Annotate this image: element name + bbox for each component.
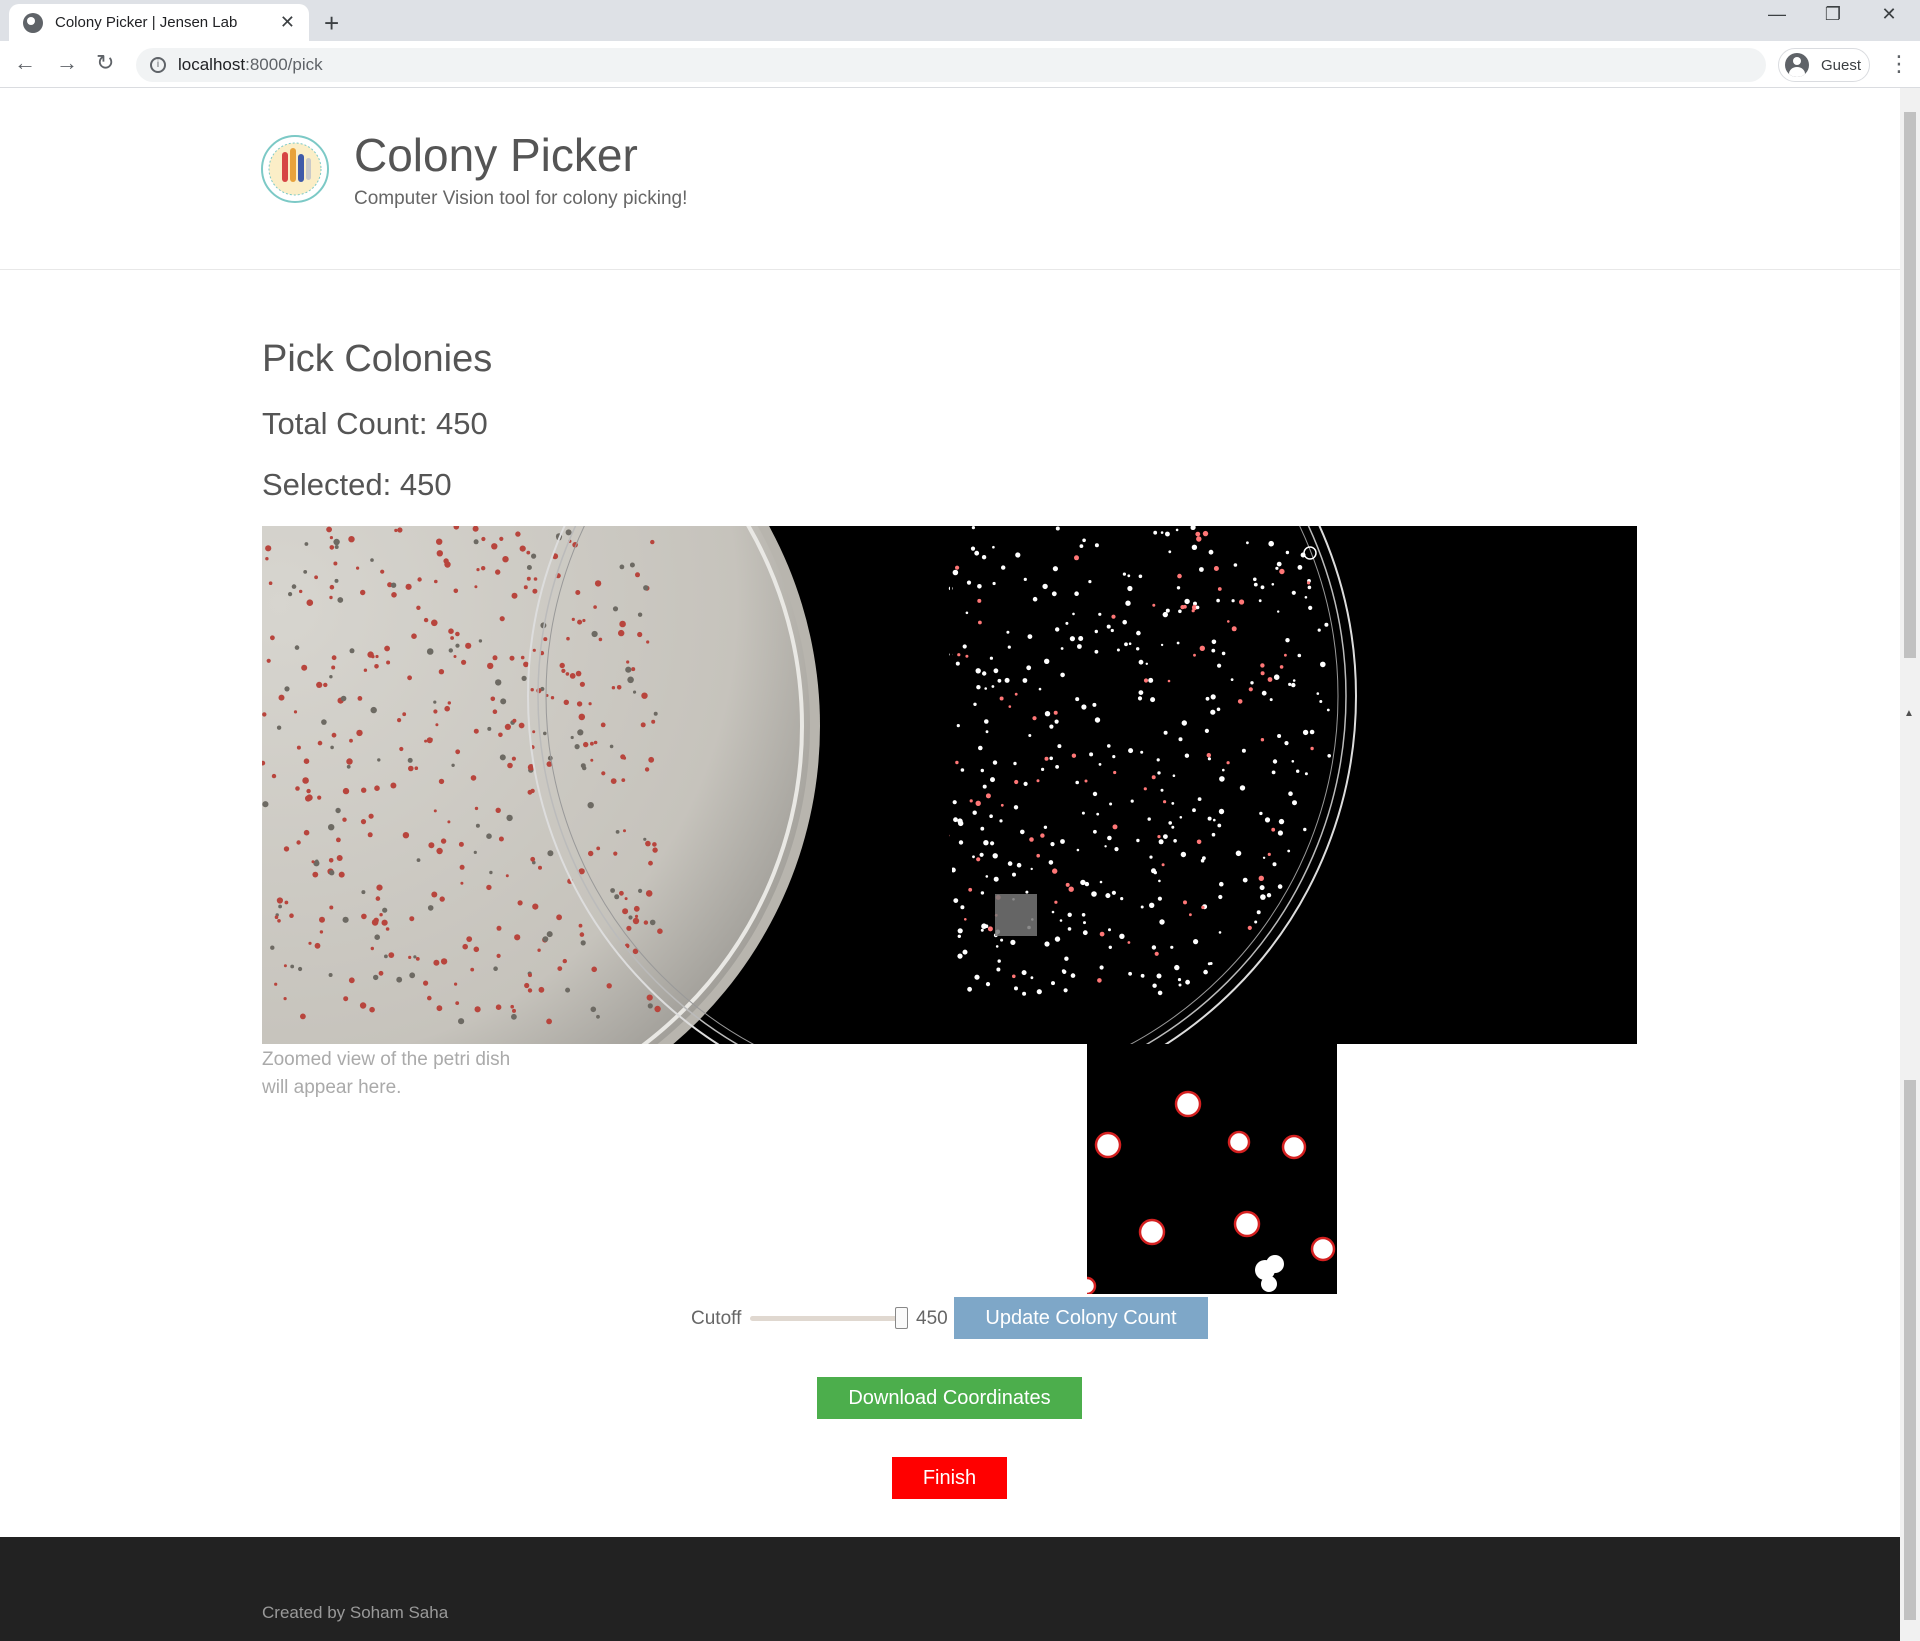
browser-toolbar: ← → ↻ i localhost:8000/pick Guest ⋮ xyxy=(0,41,1920,88)
zoomed-colonies xyxy=(1087,1044,1337,1294)
site-header: Colony Picker Computer Vision tool for c… xyxy=(0,88,1900,270)
slider-track xyxy=(750,1316,902,1321)
detection-view xyxy=(950,526,1637,1044)
site-title: Colony Picker xyxy=(354,129,638,181)
zoom-panel xyxy=(1087,1044,1337,1294)
update-colony-count-button[interactable]: Update Colony Count xyxy=(954,1297,1208,1339)
site-footer: Created by Soham Saha xyxy=(0,1537,1900,1641)
page-title: Pick Colonies xyxy=(262,338,493,380)
slider-handle[interactable] xyxy=(895,1307,908,1329)
zoom-placeholder: Zoomed view of the petri dish will appea… xyxy=(262,1049,511,1098)
finish-button[interactable]: Finish xyxy=(892,1457,1007,1499)
download-coordinates-button[interactable]: Download Coordinates xyxy=(817,1377,1082,1419)
back-icon[interactable]: ← xyxy=(14,50,36,76)
reload-icon[interactable]: ↻ xyxy=(96,50,114,76)
tab-close-icon[interactable]: ✕ xyxy=(280,12,295,33)
avatar-icon xyxy=(1785,53,1809,77)
url-text: localhost:8000/pick xyxy=(178,55,323,74)
site-tagline: Computer Vision tool for colony picking! xyxy=(354,188,688,209)
zoom-selection-box xyxy=(995,894,1037,936)
selected-count: Selected: 450 xyxy=(262,467,452,502)
scrollbar-thumb[interactable] xyxy=(1904,112,1916,658)
cutoff-value: 450 xyxy=(916,1308,948,1329)
jensen-lab-logo xyxy=(261,135,329,203)
new-tab-icon[interactable]: + xyxy=(324,8,339,39)
plate-image-area[interactable] xyxy=(262,526,1637,1044)
total-count: Total Count: 450 xyxy=(262,406,488,441)
minimize-icon[interactable]: — xyxy=(1754,4,1800,25)
tab-title: Colony Picker | Jensen Lab xyxy=(55,14,238,31)
cutoff-slider[interactable] xyxy=(750,1307,910,1331)
profile-button[interactable]: Guest xyxy=(1778,48,1870,82)
window-close-icon[interactable]: ✕ xyxy=(1866,4,1912,25)
scrollbar-thumb-lower[interactable] xyxy=(1904,1080,1916,1620)
forward-icon[interactable]: → xyxy=(56,50,78,76)
restore-icon[interactable]: ❐ xyxy=(1810,4,1856,25)
cutoff-controls: Cutoff 450 Update Colony Count xyxy=(0,1296,1900,1340)
info-icon[interactable]: i xyxy=(150,57,166,73)
profile-label: Guest xyxy=(1821,56,1862,74)
menu-icon[interactable]: ⋮ xyxy=(1888,51,1910,77)
plate-images xyxy=(262,526,1637,1044)
globe-icon xyxy=(23,12,43,33)
page-scrollbar[interactable]: ▲ xyxy=(1900,88,1920,1641)
cutoff-label: Cutoff xyxy=(691,1308,742,1329)
page-viewport: Colony Picker Computer Vision tool for c… xyxy=(0,88,1900,1641)
address-bar[interactable]: i localhost:8000/pick xyxy=(136,48,1766,82)
footer-credit: Created by Soham Saha xyxy=(262,1603,449,1622)
browser-tabstrip: Colony Picker | Jensen Lab ✕ + — ❐ ✕ xyxy=(0,0,1920,41)
scroll-up-icon[interactable]: ▲ xyxy=(1904,708,1914,719)
browser-tab[interactable]: Colony Picker | Jensen Lab ✕ xyxy=(9,4,309,41)
